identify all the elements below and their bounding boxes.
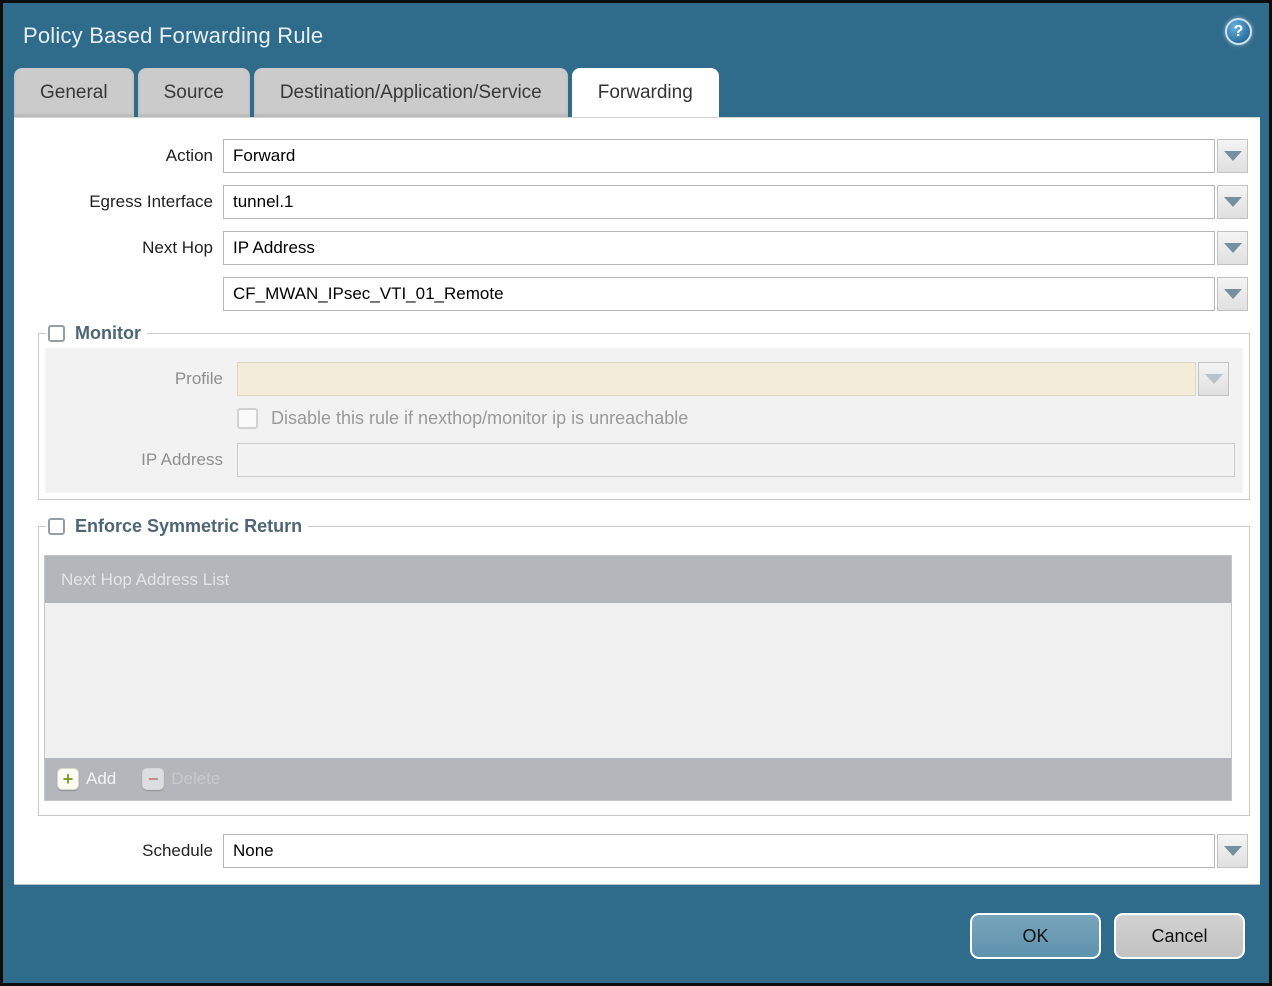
chevron-down-icon (1224, 846, 1242, 856)
tab-forwarding[interactable]: Forwarding (572, 68, 719, 117)
plus-icon: + (57, 768, 79, 790)
enforce-symmetric-return-legend: Enforce Symmetric Return (46, 516, 308, 537)
monitor-legend: Monitor (46, 323, 147, 344)
chevron-down-icon (1224, 289, 1242, 299)
chevron-down-icon (1205, 374, 1223, 384)
profile-field (237, 362, 1229, 396)
tab-bar: General Source Destination/Application/S… (3, 68, 1269, 117)
action-field: Forward (223, 139, 1248, 173)
schedule-row: Schedule None (14, 834, 1260, 868)
monitor-ip-address-input (237, 443, 1235, 477)
add-button-label: Add (86, 769, 116, 789)
cancel-button[interactable]: Cancel (1114, 913, 1245, 959)
tab-destination-application-service[interactable]: Destination/Application/Service (254, 68, 568, 117)
delete-button-label: Delete (171, 769, 220, 789)
egress-interface-field: tunnel.1 (223, 185, 1248, 219)
next-hop-address-row: CF_MWAN_IPsec_VTI_01_Remote (14, 277, 1260, 311)
next-hop-address-select[interactable]: CF_MWAN_IPsec_VTI_01_Remote (223, 277, 1215, 311)
schedule-dropdown-button[interactable] (1217, 834, 1248, 868)
monitor-section-label: Monitor (75, 323, 141, 344)
dialog-title: Policy Based Forwarding Rule (23, 23, 323, 49)
tab-source[interactable]: Source (138, 68, 250, 117)
egress-interface-dropdown-button[interactable] (1217, 185, 1248, 219)
next-hop-address-field: CF_MWAN_IPsec_VTI_01_Remote (223, 277, 1248, 311)
disable-rule-label: Disable this rule if nexthop/monitor ip … (271, 408, 688, 429)
monitor-disabled-area: Profile Disable this rule if nexthop/mon… (45, 348, 1243, 493)
next-hop-label: Next Hop (14, 238, 223, 258)
profile-row: Profile (45, 362, 1243, 396)
monitor-ip-address-row: IP Address (45, 443, 1243, 477)
action-label: Action (14, 146, 223, 166)
monitor-section: Monitor Profile Disable this rule if nex… (38, 323, 1250, 500)
chevron-down-icon (1224, 151, 1242, 161)
monitor-ip-address-field (237, 443, 1235, 477)
action-row: Action Forward (14, 139, 1260, 173)
tab-general[interactable]: General (14, 68, 134, 117)
profile-dropdown-button (1198, 362, 1229, 396)
next-hop-address-list-body[interactable] (45, 603, 1231, 758)
next-hop-type-select[interactable]: IP Address (223, 231, 1215, 265)
chevron-down-icon (1224, 197, 1242, 207)
add-button[interactable]: + Add (57, 768, 116, 790)
profile-label: Profile (45, 369, 237, 389)
forwarding-tab-panel: Action Forward Egress Interface tunnel.1… (14, 117, 1260, 885)
dialog-footer: OK Cancel (970, 913, 1245, 959)
next-hop-address-list-toolbar: + Add − Delete (45, 758, 1231, 800)
dialog-titlebar: Policy Based Forwarding Rule ? (3, 3, 1269, 68)
egress-interface-row: Egress Interface tunnel.1 (14, 185, 1260, 219)
policy-based-forwarding-rule-dialog: Policy Based Forwarding Rule ? General S… (0, 0, 1272, 986)
next-hop-type-dropdown-button[interactable] (1217, 231, 1248, 265)
action-dropdown-button[interactable] (1217, 139, 1248, 173)
minus-icon: − (142, 768, 164, 790)
ok-button[interactable]: OK (970, 913, 1101, 959)
action-select[interactable]: Forward (223, 139, 1215, 173)
enforce-symmetric-return-checkbox[interactable] (48, 518, 65, 535)
enforce-symmetric-return-label: Enforce Symmetric Return (75, 516, 302, 537)
schedule-field: None (223, 834, 1248, 868)
egress-interface-label: Egress Interface (14, 192, 223, 212)
schedule-label: Schedule (14, 841, 223, 861)
egress-interface-select[interactable]: tunnel.1 (223, 185, 1215, 219)
next-hop-address-dropdown-button[interactable] (1217, 277, 1248, 311)
enforce-symmetric-return-section: Enforce Symmetric Return Next Hop Addres… (38, 516, 1250, 816)
delete-button: − Delete (142, 768, 220, 790)
next-hop-address-list-header: Next Hop Address List (45, 556, 1231, 603)
schedule-select[interactable]: None (223, 834, 1215, 868)
disable-rule-checkbox (237, 408, 258, 429)
next-hop-address-list-table: Next Hop Address List + Add − Delete (44, 555, 1232, 801)
next-hop-row: Next Hop IP Address (14, 231, 1260, 265)
monitor-ip-address-label: IP Address (45, 450, 237, 470)
next-hop-type-field: IP Address (223, 231, 1248, 265)
profile-select (237, 362, 1196, 396)
disable-rule-row: Disable this rule if nexthop/monitor ip … (237, 408, 1243, 429)
help-icon[interactable]: ? (1225, 18, 1252, 45)
monitor-checkbox[interactable] (48, 325, 65, 342)
chevron-down-icon (1224, 243, 1242, 253)
